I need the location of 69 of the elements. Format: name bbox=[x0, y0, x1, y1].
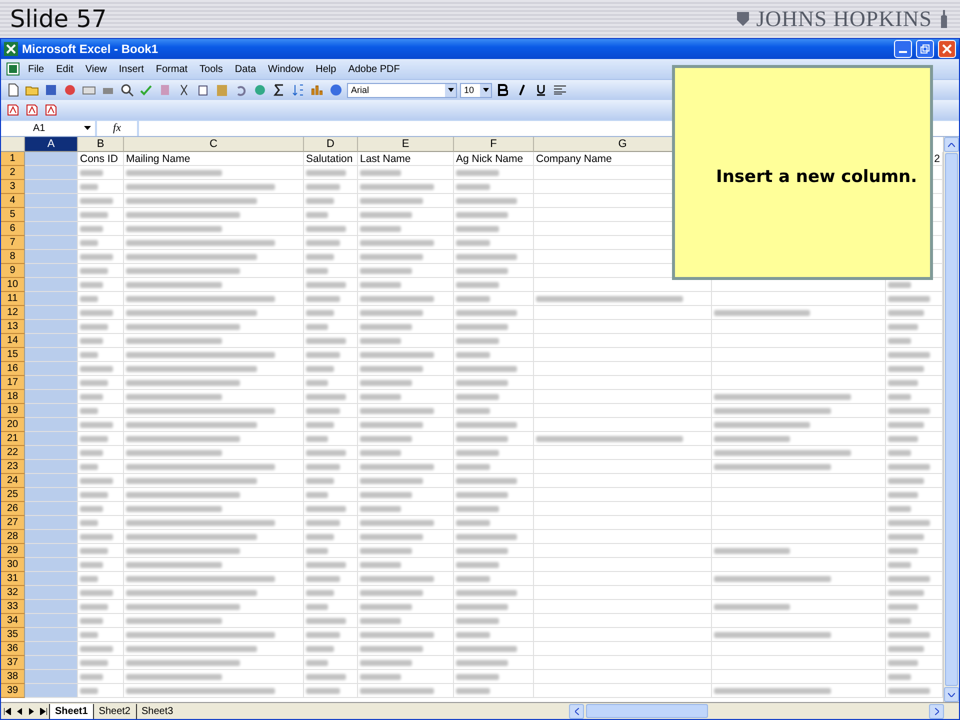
row-header[interactable]: 7 bbox=[1, 236, 25, 250]
row-header[interactable]: 18 bbox=[1, 390, 25, 404]
row-header[interactable]: 15 bbox=[1, 348, 25, 362]
slide-title: Slide 57 bbox=[10, 5, 107, 33]
row-header[interactable]: 29 bbox=[1, 544, 25, 558]
row-header[interactable]: 17 bbox=[1, 376, 25, 390]
menu-item[interactable]: Edit bbox=[51, 62, 78, 76]
menu-item[interactable]: Tools bbox=[194, 62, 228, 76]
row-header[interactable]: 20 bbox=[1, 418, 25, 432]
column-header[interactable]: D bbox=[304, 137, 358, 152]
column-header[interactable]: C bbox=[124, 137, 304, 152]
row-header[interactable]: 2 bbox=[1, 166, 25, 180]
row-header[interactable]: 26 bbox=[1, 502, 25, 516]
row-header[interactable]: 23 bbox=[1, 460, 25, 474]
row-header[interactable]: 11 bbox=[1, 292, 25, 306]
row-header[interactable]: 35 bbox=[1, 628, 25, 642]
table-cell: Mailing Name bbox=[124, 152, 304, 166]
row-header[interactable]: 39 bbox=[1, 684, 25, 698]
row-header[interactable]: 3 bbox=[1, 180, 25, 194]
menu-item[interactable]: Data bbox=[230, 62, 262, 76]
name-box[interactable]: A1 bbox=[1, 120, 95, 136]
row-header[interactable]: 4 bbox=[1, 194, 25, 208]
row-header[interactable]: 8 bbox=[1, 250, 25, 264]
row-header[interactable]: 1 bbox=[1, 152, 25, 166]
row-header[interactable]: 32 bbox=[1, 586, 25, 600]
row-header[interactable]: 22 bbox=[1, 446, 25, 460]
function-label[interactable]: fx bbox=[97, 120, 137, 136]
column-header[interactable]: E bbox=[358, 137, 454, 152]
table-cell: Cons ID bbox=[78, 152, 124, 166]
row-header[interactable]: 37 bbox=[1, 656, 25, 670]
table-cell: Ag Nick Name bbox=[454, 152, 534, 166]
row-header[interactable]: 6 bbox=[1, 222, 25, 236]
font-dropdown[interactable]: Arial bbox=[347, 82, 457, 98]
menu-item[interactable]: Window bbox=[263, 62, 309, 76]
sheet-tab[interactable]: Sheet1 bbox=[49, 704, 93, 718]
menu-item[interactable]: Adobe PDF bbox=[343, 62, 405, 76]
row-header[interactable]: 28 bbox=[1, 530, 25, 544]
row-header[interactable]: 24 bbox=[1, 474, 25, 488]
menu-item[interactable]: Insert bbox=[114, 62, 149, 76]
row-header[interactable]: 31 bbox=[1, 572, 25, 586]
row-header[interactable]: 36 bbox=[1, 642, 25, 656]
row-header[interactable]: 33 bbox=[1, 600, 25, 614]
row-header[interactable]: 25 bbox=[1, 488, 25, 502]
row-header[interactable]: 38 bbox=[1, 670, 25, 684]
font-size-dropdown[interactable]: 10 bbox=[460, 82, 492, 98]
row-header[interactable]: 5 bbox=[1, 208, 25, 222]
column-header[interactable]: B bbox=[78, 137, 124, 152]
column-header[interactable]: A bbox=[25, 137, 78, 152]
window-title: Microsoft Excel - Book1 bbox=[22, 42, 160, 56]
row-header[interactable]: 34 bbox=[1, 614, 25, 628]
row-header[interactable]: 16 bbox=[1, 362, 25, 376]
row-header[interactable]: 12 bbox=[1, 306, 25, 320]
column-header[interactable]: F bbox=[454, 137, 534, 152]
menu-item[interactable]: Help bbox=[310, 62, 342, 76]
row-header[interactable]: 10 bbox=[1, 278, 25, 292]
row-header[interactable]: 30 bbox=[1, 558, 25, 572]
table-cell: Salutation bbox=[304, 152, 358, 166]
note-text: Insert a new column. bbox=[716, 167, 918, 189]
menu-item[interactable]: View bbox=[80, 62, 112, 76]
row-header[interactable]: 21 bbox=[1, 432, 25, 446]
row-header[interactable]: 19 bbox=[1, 404, 25, 418]
table-cell: Last Name bbox=[358, 152, 454, 166]
menu-item[interactable]: File bbox=[23, 62, 50, 76]
logo-text: JOHNS HOPKINS bbox=[756, 6, 932, 32]
row-header[interactable]: 27 bbox=[1, 516, 25, 530]
menu-item[interactable]: Format bbox=[150, 62, 193, 76]
row-header[interactable]: 9 bbox=[1, 264, 25, 278]
row-header[interactable]: 13 bbox=[1, 320, 25, 334]
row-header[interactable]: 14 bbox=[1, 334, 25, 348]
